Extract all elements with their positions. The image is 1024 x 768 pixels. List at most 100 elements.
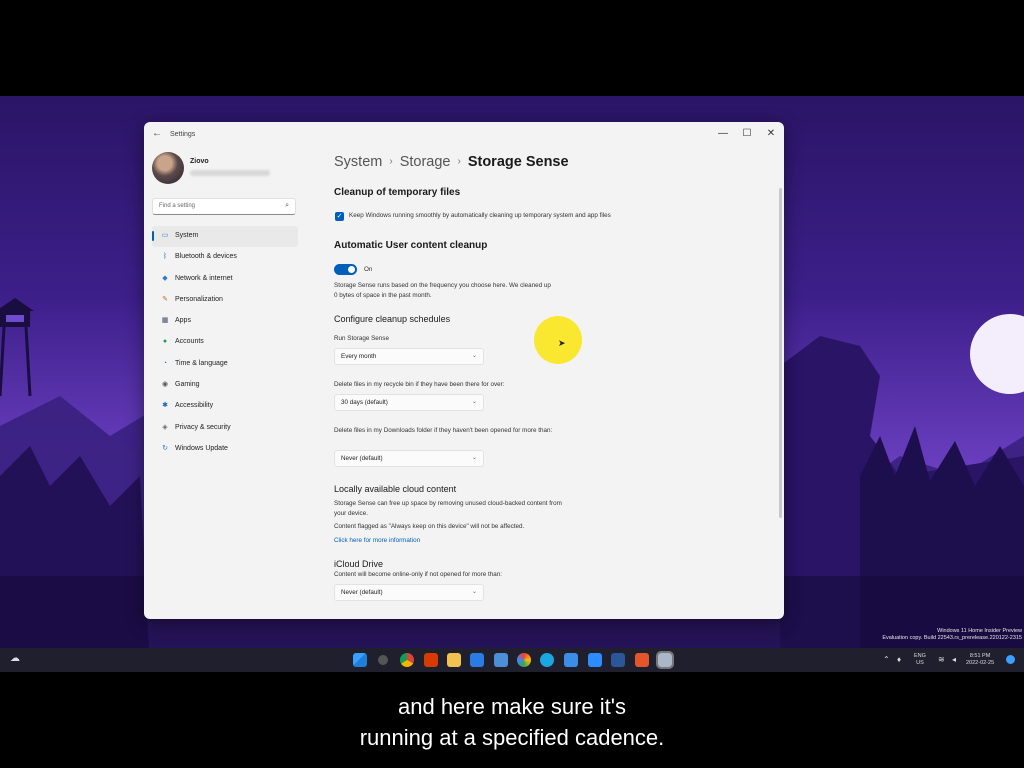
toggle-knob: [348, 266, 355, 273]
windows-watermark: Windows 11 Home Insider Preview Evaluati…: [882, 628, 1022, 642]
sidebar-item-label: Accessibility: [175, 402, 214, 410]
dropdown-value: Never (default): [341, 455, 383, 462]
search-placeholder: Find a setting: [159, 203, 196, 209]
sidebar-item-privacy[interactable]: ◈ Privacy & security: [152, 418, 298, 439]
bluetooth-icon: ᛒ: [162, 253, 168, 261]
shield-icon: ◈: [162, 423, 168, 431]
auto-cleanup-title: Automatic User content cleanup: [334, 240, 488, 251]
app-icon-orange[interactable]: [635, 653, 649, 667]
sidebar-item-label: Network & internet: [175, 274, 233, 282]
volume-icon[interactable]: ◂: [952, 656, 956, 664]
chevron-down-icon: ⌄: [471, 353, 477, 359]
recycle-bin-label: Delete files in my recycle bin if they h…: [334, 381, 505, 388]
sidebar-item-bluetooth[interactable]: ᛒ Bluetooth & devices: [152, 247, 298, 268]
region-code: US: [916, 660, 924, 666]
sidebar-item-network[interactable]: ◆ Network & internet: [152, 269, 298, 290]
chevron-up-icon[interactable]: ⌃: [883, 656, 890, 664]
minimize-button[interactable]: —: [711, 126, 735, 142]
sidebar-item-label: Accounts: [175, 338, 204, 346]
search-icon[interactable]: [378, 655, 388, 665]
apps-icon: ▦: [161, 317, 169, 325]
keep-windows-clean-checkbox[interactable]: ✓: [335, 212, 344, 221]
page-title: Storage Sense: [467, 154, 569, 170]
file-explorer-icon[interactable]: [447, 653, 461, 667]
caption-line-2: running at a specified cadence.: [359, 725, 665, 750]
weather-cloud-icon[interactable]: ☁: [10, 653, 24, 667]
chevron-right-icon: ›: [389, 156, 393, 167]
breadcrumb: System › Storage › Storage Sense: [334, 154, 569, 170]
sidebar-item-label: System: [175, 232, 199, 239]
more-information-link[interactable]: Click here for more information: [334, 537, 420, 544]
clock[interactable]: 8:51 PM 2022-02-25: [966, 653, 994, 667]
update-icon: ↻: [162, 444, 168, 452]
sidebar-item-apps[interactable]: ▦ Apps: [152, 311, 298, 332]
sidebar-item-label: Apps: [175, 317, 191, 325]
temp-files-title: Cleanup of temporary files: [334, 187, 461, 198]
icloud-drive-title: iCloud Drive: [334, 559, 384, 569]
desktop: ← Settings — ☐ ✕ Ziovo Find a setting ⌕ …: [0, 96, 1024, 672]
wifi-icon: ◆: [162, 274, 168, 282]
watermark-line-2: Evaluation copy. Build 22543.rs_prerelea…: [882, 635, 1022, 641]
icloud-drive-description: Content will become online-only if not o…: [334, 571, 503, 578]
edge-icon[interactable]: [540, 653, 554, 667]
scrollbar[interactable]: [779, 188, 782, 518]
sidebar-item-system[interactable]: ▭ System: [152, 226, 298, 248]
sidebar-item-time-language[interactable]: ◔ Time & language: [152, 354, 298, 375]
back-arrow-icon[interactable]: ←: [152, 128, 162, 139]
auto-cleanup-description: Storage Sense runs based on the frequenc…: [334, 282, 551, 299]
sidebar-item-label: Time & language: [175, 359, 228, 367]
store-icon[interactable]: [470, 653, 484, 667]
fire-lookout-tower: [0, 298, 34, 397]
sidebar-item-windows-update[interactable]: ↻ Windows Update: [152, 439, 298, 460]
icloud-drive-dropdown[interactable]: Never (default) ⌄: [334, 584, 484, 601]
clock-date: 2022-02-25: [966, 660, 995, 666]
chevron-down-icon: ⌄: [471, 399, 477, 405]
caption-line-1: and here make sure it's: [398, 694, 626, 719]
breadcrumb-storage[interactable]: Storage: [400, 154, 451, 170]
breadcrumb-system[interactable]: System: [334, 154, 382, 170]
close-button[interactable]: ✕: [759, 126, 783, 142]
person-icon: ●: [162, 338, 168, 346]
word-icon[interactable]: [611, 653, 625, 667]
schedules-title: Configure cleanup schedules: [334, 314, 451, 324]
sidebar-item-label: Personalization: [175, 295, 223, 303]
icloud-icon[interactable]: [564, 653, 578, 667]
downloads-label: Delete files in my Downloads folder if t…: [334, 427, 553, 434]
clock-time: 8:51 PM: [969, 653, 991, 659]
sidebar-item-label: Bluetooth & devices: [175, 253, 237, 261]
office-icon[interactable]: [424, 653, 438, 667]
photos-icon[interactable]: [517, 653, 531, 667]
microphone-icon[interactable]: ♦: [897, 656, 901, 664]
chevron-right-icon: ›: [457, 156, 461, 167]
language-code: ENG: [914, 653, 926, 659]
zoom-icon[interactable]: [588, 653, 602, 667]
selection-indicator: [152, 231, 154, 241]
sidebar-item-personalization[interactable]: ✎ Personalization: [152, 290, 298, 311]
language-indicator[interactable]: ENG US: [914, 653, 926, 667]
avatar: [152, 152, 184, 184]
chevron-down-icon: ⌄: [471, 455, 477, 461]
recycle-bin-dropdown[interactable]: 30 days (default) ⌄: [334, 394, 484, 411]
chrome-icon[interactable]: [400, 653, 414, 667]
sidebar-item-accounts[interactable]: ● Accounts: [152, 332, 298, 353]
taskbar: ☁ ⌃ ♦ ENG US ≋ ◂ 8:51 PM 2022-02-25: [0, 648, 1024, 672]
notification-icon[interactable]: [1006, 655, 1015, 664]
settings-app-icon[interactable]: [656, 651, 674, 669]
cloud-content-note: Content flagged as "Always keep on this …: [334, 523, 525, 530]
monitor-icon: ▭: [161, 232, 169, 239]
maximize-button[interactable]: ☐: [735, 126, 759, 142]
search-input[interactable]: Find a setting ⌕: [152, 198, 296, 215]
gamepad-icon: ◉: [161, 381, 169, 389]
wifi-icon[interactable]: ≋: [938, 656, 945, 664]
mail-icon[interactable]: [494, 653, 508, 667]
run-storage-sense-dropdown[interactable]: Every month ⌄: [334, 348, 484, 365]
toggle-state-label: On: [364, 266, 373, 273]
brush-icon: ✎: [162, 295, 168, 303]
start-windows-icon[interactable]: [353, 653, 367, 667]
sidebar-item-gaming[interactable]: ◉ Gaming: [152, 375, 298, 396]
downloads-dropdown[interactable]: Never (default) ⌄: [334, 450, 484, 467]
sidebar-item-accessibility[interactable]: ✱ Accessibility: [152, 396, 298, 417]
storage-sense-toggle[interactable]: [334, 264, 357, 275]
title-bar: ← Settings — ☐ ✕: [144, 122, 784, 148]
user-email-blurred: [190, 170, 270, 176]
